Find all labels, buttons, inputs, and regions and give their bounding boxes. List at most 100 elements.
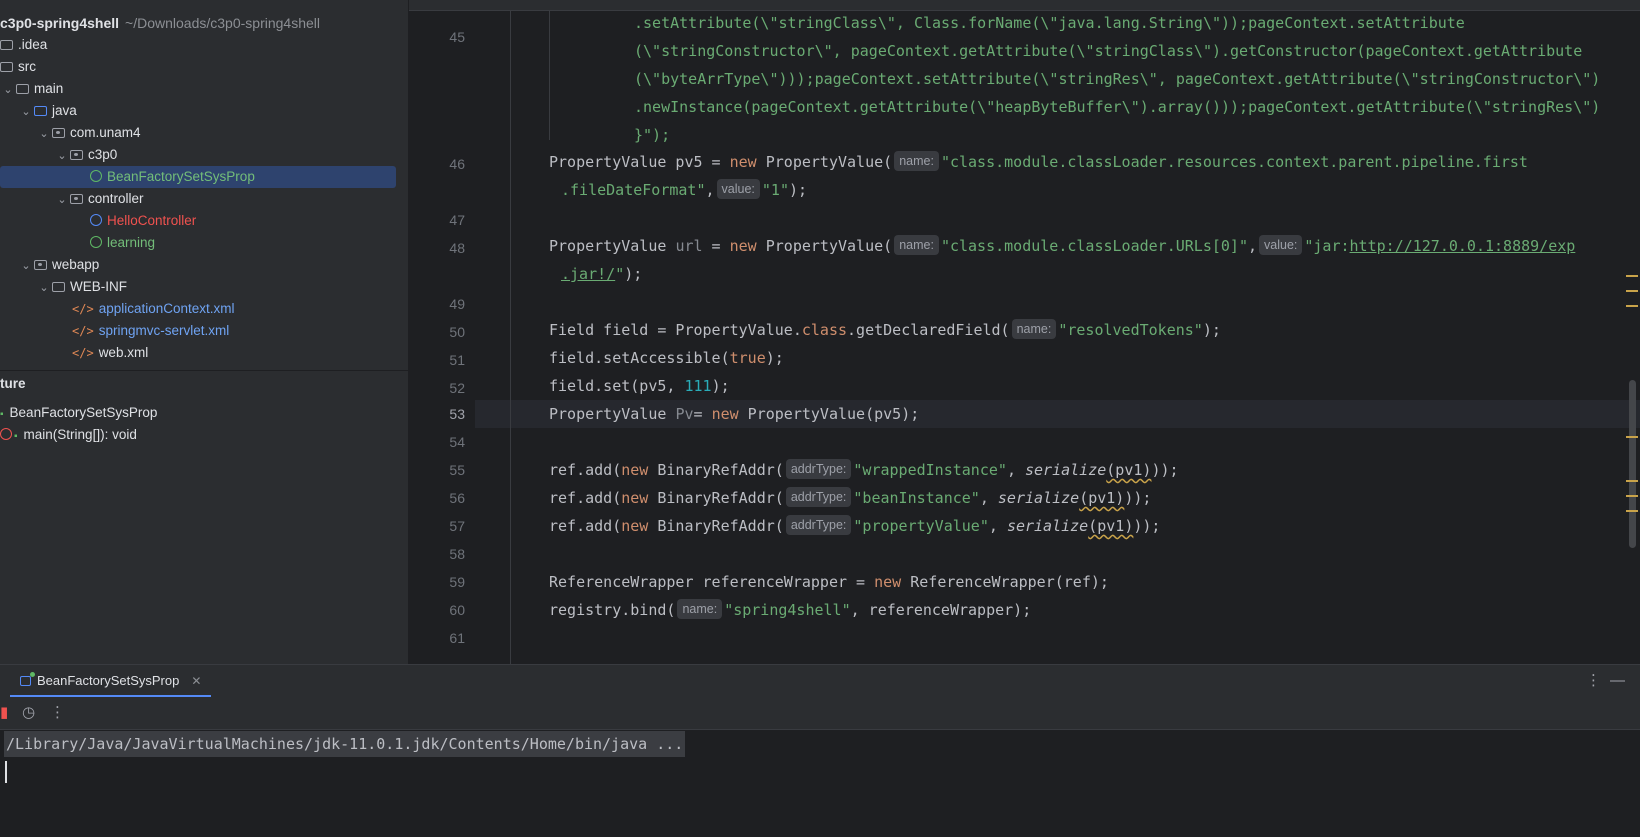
code-token: )); (1151, 461, 1179, 479)
code-line-60[interactable]: registry.bind(name: "spring4shell", refer… (549, 596, 1031, 624)
console-command-line: /Library/Java/JavaVirtualMachines/jdk-11… (4, 731, 686, 757)
warning-marker[interactable] (1626, 480, 1638, 482)
url-link[interactable]: http://127.0.0.1:8889/exp (1350, 237, 1576, 255)
code-line-46b[interactable]: .fileDateFormat", value: "1"); (561, 176, 807, 204)
tree-item-learning[interactable]: learning (0, 232, 396, 254)
chevron-down-icon[interactable]: ⌄ (18, 255, 34, 277)
web-folder-icon (34, 260, 47, 270)
code-line-50[interactable]: Field field = PropertyValue.class.getDec… (549, 316, 1221, 344)
string-literal: "wrappedInstance" (853, 461, 1007, 479)
structure-item-main-method[interactable]: ▪ main(String[]): void (0, 424, 137, 446)
code-token: ReferenceWrapper referenceWrapper = (549, 573, 875, 591)
tree-item-web-inf[interactable]: ⌄ WEB-INF (0, 276, 396, 298)
warning-marker[interactable] (1626, 290, 1638, 292)
parameter-hint: value: (716, 179, 760, 199)
tree-item-c3p0[interactable]: ⌄ c3p0 (0, 144, 396, 166)
folder-icon (52, 282, 65, 292)
code-editor[interactable]: 45 46 47 48 49 50 51 52 53 54 55 56 57 5… (409, 0, 1640, 664)
method-call: serialize (1025, 461, 1107, 479)
code-token: PropertyValue( (756, 237, 893, 255)
tree-item-springmvc-servlet-xml[interactable]: </> springmvc-servlet.xml (0, 320, 396, 342)
tree-item-webapp[interactable]: ⌄ webapp (0, 254, 396, 276)
line-number: 61 (449, 630, 465, 646)
package-icon (70, 150, 83, 160)
editor-scrollbar-thumb[interactable] (1629, 380, 1636, 548)
code-token: ref.add( (549, 489, 622, 507)
string-literal: (\"byteArrType\")));pageContext.setAttri… (634, 70, 1601, 88)
keyword: new (874, 573, 902, 591)
code-token: , (1247, 237, 1258, 255)
tree-item-hellocontroller[interactable]: HelloController (0, 210, 396, 232)
keyword: new (729, 153, 757, 171)
tree-item-label: web.xml (98, 345, 149, 360)
line-number: 56 (449, 490, 465, 506)
code-line-45b[interactable]: (\"stringConstructor\", pageContext.getA… (634, 37, 1582, 65)
code-line-59[interactable]: ReferenceWrapper referenceWrapper = new … (549, 568, 1109, 596)
warning-marker[interactable] (1626, 495, 1638, 497)
code-line-45c[interactable]: (\"byteArrType\")));pageContext.setAttri… (634, 65, 1600, 93)
string-literal: "propertyValue" (853, 517, 989, 535)
tree-item-idea[interactable]: .idea (0, 34, 396, 56)
code-line-52[interactable]: field.set(pv5, 111); (549, 372, 730, 400)
line-number: 49 (449, 296, 465, 312)
more-options-icon[interactable]: ⋮ (1586, 665, 1601, 697)
chevron-down-icon[interactable]: ⌄ (54, 189, 70, 211)
chevron-down-icon[interactable]: ⌄ (54, 145, 70, 167)
code-line-57[interactable]: ref.add(new BinaryRefAddr(addrType: "prop… (549, 512, 1160, 540)
project-root[interactable]: c3p0-spring4shell ~/Downloads/c3p0-spring… (0, 12, 320, 34)
indent-guide (549, 10, 550, 140)
tree-item-java[interactable]: ⌄ java (0, 100, 396, 122)
parameter-hint: name: (894, 235, 939, 255)
line-number: 59 (449, 574, 465, 590)
code-token: ReferenceWrapper(ref); (901, 573, 1109, 591)
chevron-down-icon[interactable]: ⌄ (18, 101, 34, 123)
warning-marker[interactable] (1626, 305, 1638, 307)
tree-item-applicationcontext-xml[interactable]: </> applicationContext.xml (0, 298, 396, 320)
code-line-53[interactable]: PropertyValue Pv= new PropertyValue(pv5)… (549, 400, 919, 428)
more-actions-icon[interactable]: ⋮ (50, 697, 65, 729)
warning-marker[interactable] (1626, 510, 1638, 512)
tree-item-beanfactorysetsysprop[interactable]: BeanFactorySetSysProp (0, 166, 396, 188)
chevron-down-icon[interactable]: ⌄ (36, 123, 52, 145)
close-icon[interactable]: ✕ (191, 674, 201, 688)
keyword: true (729, 349, 766, 367)
tree-item-label: webapp (52, 257, 100, 272)
tree-item-web-xml[interactable]: </> web.xml (0, 342, 396, 364)
tree-item-label: controller (88, 191, 144, 206)
minimize-icon[interactable]: — (1610, 665, 1625, 697)
code-line-45e[interactable]: }"); (634, 121, 670, 149)
stop-icon[interactable]: ▮ (0, 697, 8, 729)
tree-item-controller[interactable]: ⌄ controller (0, 188, 396, 210)
console-caret[interactable] (5, 761, 7, 783)
code-line-56[interactable]: ref.add(new BinaryRefAddr(addrType: "bean… (549, 484, 1151, 512)
run-config-icon (20, 672, 35, 686)
run-tab-beanfactorysetsysprop[interactable]: BeanFactorySetSysProp ✕ (10, 665, 212, 697)
tree-item-main[interactable]: ⌄ main (0, 78, 396, 100)
structure-item-class[interactable]: ▪ BeanFactorySetSysProp (0, 402, 157, 424)
run-tab-label: BeanFactorySetSysProp (37, 673, 180, 688)
url-link[interactable]: .jar!/ (561, 265, 615, 283)
run-tab-bar: BeanFactorySetSysProp ✕ ⋮ — (0, 665, 1640, 697)
tree-item-com-unam4[interactable]: ⌄ com.unam4 (0, 122, 396, 144)
code-line-55[interactable]: ref.add(new BinaryRefAddr(addrType: "wrap… (549, 456, 1179, 484)
code-line-46[interactable]: PropertyValue pv5 = new PropertyValue(na… (549, 148, 1528, 176)
profiler-gauge-icon[interactable]: ◷ (22, 697, 35, 729)
code-line-45a[interactable]: .setAttribute(\"stringClass\", Class.for… (634, 9, 1465, 37)
tree-item-label: springmvc-servlet.xml (98, 323, 230, 338)
code-token: BinaryRefAddr( (648, 517, 784, 535)
code-line-51[interactable]: field.setAccessible(true); (549, 344, 784, 372)
code-line-48[interactable]: PropertyValue url = new PropertyValue(na… (549, 232, 1575, 260)
code-line-45d[interactable]: .newInstance(pageContext.getAttribute(\"… (634, 93, 1600, 121)
code-token: ); (624, 265, 643, 283)
string-literal: "resolvedTokens" (1058, 321, 1203, 339)
line-number-gutter[interactable]: 45 46 47 48 49 50 51 52 53 54 55 56 57 5… (409, 10, 475, 664)
warning-marker[interactable] (1626, 436, 1638, 438)
tree-item-src[interactable]: src (0, 56, 396, 78)
chevron-down-icon[interactable]: ⌄ (0, 79, 16, 101)
code-line-48b[interactable]: .jar!/"); (561, 260, 642, 288)
code-token: field.set(pv5, (549, 377, 685, 395)
warning-marker[interactable] (1626, 275, 1638, 277)
folder-icon (0, 40, 13, 50)
code-token: , (988, 517, 1007, 535)
chevron-down-icon[interactable]: ⌄ (36, 277, 52, 299)
